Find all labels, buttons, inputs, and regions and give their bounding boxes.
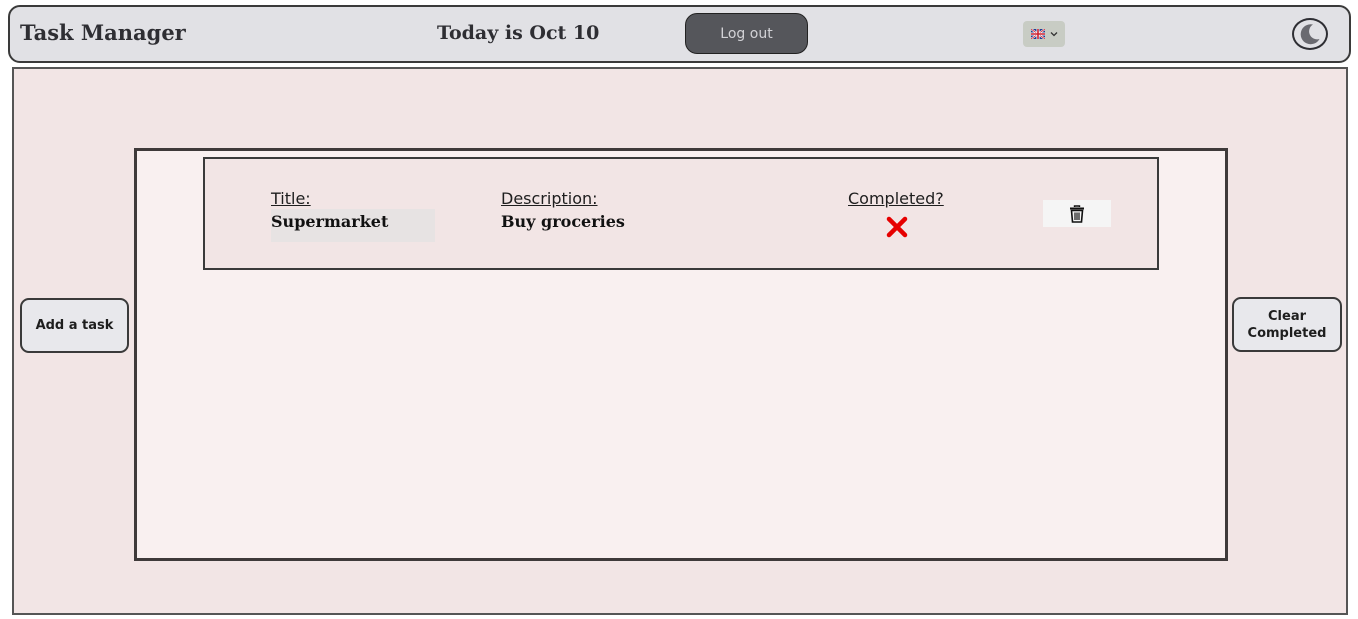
task-card: Title: Supermarket Description: Buy groc… (203, 157, 1159, 270)
delete-task-button[interactable] (1043, 200, 1111, 227)
x-mark-icon (886, 216, 908, 238)
add-task-button[interactable]: Add a task (20, 298, 129, 353)
date-display: Today is Oct 10 (437, 22, 600, 44)
description-label: Description: (501, 189, 598, 208)
completed-label: Completed? (848, 189, 944, 208)
moon-icon (1300, 24, 1320, 45)
trash-icon (1070, 204, 1084, 223)
uk-flag-icon (1030, 29, 1045, 39)
clear-completed-button[interactable]: Clear Completed (1232, 297, 1342, 352)
theme-toggle-button[interactable] (1292, 18, 1328, 50)
task-description: Buy groceries (501, 212, 625, 231)
task-list-panel: Title: Supermarket Description: Buy groc… (134, 148, 1228, 561)
top-bar: Task Manager Today is Oct 10 Log out (8, 5, 1351, 63)
completed-toggle[interactable] (883, 213, 911, 241)
title-label: Title: (271, 189, 311, 208)
logout-button[interactable]: Log out (685, 13, 808, 54)
chevron-down-icon (1050, 32, 1057, 37)
main-area: Add a task Title: Supermarket Descriptio… (12, 67, 1348, 615)
task-title[interactable]: Supermarket (271, 209, 435, 242)
app-title: Task Manager (20, 20, 186, 45)
language-select[interactable] (1023, 21, 1065, 47)
